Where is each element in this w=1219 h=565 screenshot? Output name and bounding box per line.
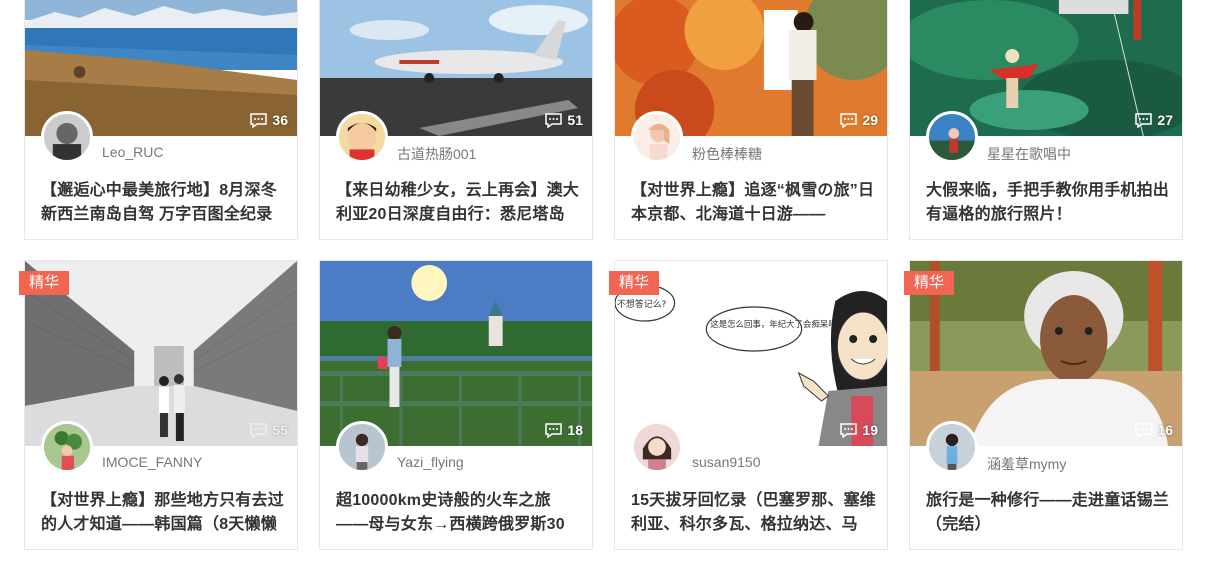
comment-count-value: 27	[1157, 112, 1173, 128]
comment-count-value: 18	[567, 422, 583, 438]
speech-bubble-text: 不想答记么?	[617, 298, 667, 310]
comment-count: 16	[1135, 422, 1173, 438]
avatar[interactable]	[926, 421, 978, 473]
username[interactable]: IMOCE_FANNY	[102, 454, 202, 470]
avatar[interactable]	[926, 111, 978, 163]
comment-count: 55	[250, 422, 288, 438]
comment-count: 18	[545, 422, 583, 438]
avatar[interactable]	[631, 421, 683, 473]
featured-badge: 精华	[609, 271, 660, 295]
comment-count-value: 36	[272, 112, 288, 128]
comment-icon	[545, 422, 563, 438]
featured-badge: 精华	[904, 271, 955, 295]
comment-count: 27	[1135, 112, 1173, 128]
travelogue-title[interactable]: 【对世界上瘾】那些地方只有去过的人才知道——韩国篇（8天懒懒	[41, 489, 287, 537]
comment-icon	[1135, 112, 1153, 128]
travelogue-card[interactable]: 36 Leo_RUC 【邂逅心中最美旅行地】8月深冬新西兰南岛自驾 万字百图全纪…	[24, 0, 298, 240]
travelogue-card[interactable]: 29 粉色棒棒糖 【对世界上瘾】追逐“枫雪の旅”日本京都、北海道十日游——	[614, 0, 888, 240]
comment-count: 19	[840, 422, 878, 438]
comment-icon	[1135, 422, 1153, 438]
comment-count-value: 16	[1157, 422, 1173, 438]
travelogue-title[interactable]: 【邂逅心中最美旅行地】8月深冬新西兰南岛自驾 万字百图全纪录	[41, 179, 287, 227]
travelogue-title[interactable]: 【来日幼稚少女，云上再会】澳大利亚20日深度自由行：悉尼塔岛	[336, 179, 582, 227]
travelogue-title[interactable]: 旅行是一种修行——走进童话锡兰（完结）	[926, 489, 1172, 537]
avatar[interactable]	[336, 421, 388, 473]
comment-icon	[545, 112, 563, 128]
username[interactable]: Yazi_flying	[397, 454, 464, 470]
travelogue-title[interactable]: 大假来临，手把手教你用手机拍出有逼格的旅行照片！	[926, 179, 1172, 227]
travelogue-card[interactable]: 18 Yazi_flying 超10000km史诗般的火车之旅——母与女东→西横…	[319, 260, 593, 550]
comment-count: 29	[840, 112, 878, 128]
username[interactable]: 星星在歌唱中	[987, 144, 1071, 164]
speech-bubble-line: 这是怎么回事，年纪大了会痴呆吗？	[710, 319, 845, 329]
travelogue-card[interactable]: 精华 55 IMOCE_FANNY 【对世界上瘾】那些地方只有去过的人才知道——…	[19, 260, 298, 550]
comment-icon	[840, 422, 858, 438]
travelogue-title[interactable]: 超10000km史诗般的火车之旅——母与女东→西横跨俄罗斯30	[336, 489, 582, 537]
cover-image-bridge-sunset[interactable]	[320, 261, 592, 446]
comment-count-value: 29	[862, 112, 878, 128]
comment-icon	[250, 112, 268, 128]
speech-bubble-text: 这是怎么回事，年纪大了会痴呆吗？	[710, 319, 845, 329]
travelogue-title[interactable]: 【对世界上瘾】追逐“枫雪の旅”日本京都、北海道十日游——	[631, 179, 877, 227]
travelogue-card[interactable]: 精华 16 涵羞草mymy 旅行是一种修行——走进童话锡兰（完结）	[904, 260, 1183, 550]
travelogue-title[interactable]: 15天拔牙回忆录（巴塞罗那、塞维利亚、科尔多瓦、格拉纳达、马	[631, 489, 877, 537]
travelogue-card[interactable]: 不想答记么? 这是怎么回事，年纪大了会痴呆吗？ 精华 19 susan9150 …	[609, 260, 888, 550]
comment-count-value: 51	[567, 112, 583, 128]
avatar[interactable]	[336, 111, 388, 163]
avatar[interactable]	[41, 421, 93, 473]
comment-count: 36	[250, 112, 288, 128]
comment-count: 51	[545, 112, 583, 128]
username[interactable]: Leo_RUC	[102, 144, 163, 160]
comment-icon	[840, 112, 858, 128]
travelogue-card[interactable]: 27 星星在歌唱中 大假来临，手把手教你用手机拍出有逼格的旅行照片！	[909, 0, 1183, 240]
username[interactable]: 粉色棒棒糖	[692, 144, 762, 164]
avatar[interactable]	[631, 111, 683, 163]
username[interactable]: susan9150	[692, 454, 761, 470]
avatar[interactable]	[41, 111, 93, 163]
username[interactable]: 古道热肠001	[397, 144, 476, 164]
username[interactable]: 涵羞草mymy	[987, 454, 1066, 474]
travelogue-card[interactable]: 51 古道热肠001 【来日幼稚少女，云上再会】澳大利亚20日深度自由行：悉尼塔…	[319, 0, 593, 240]
comment-icon	[250, 422, 268, 438]
comment-count-value: 55	[272, 422, 288, 438]
featured-badge: 精华	[19, 271, 70, 295]
comment-count-value: 19	[862, 422, 878, 438]
